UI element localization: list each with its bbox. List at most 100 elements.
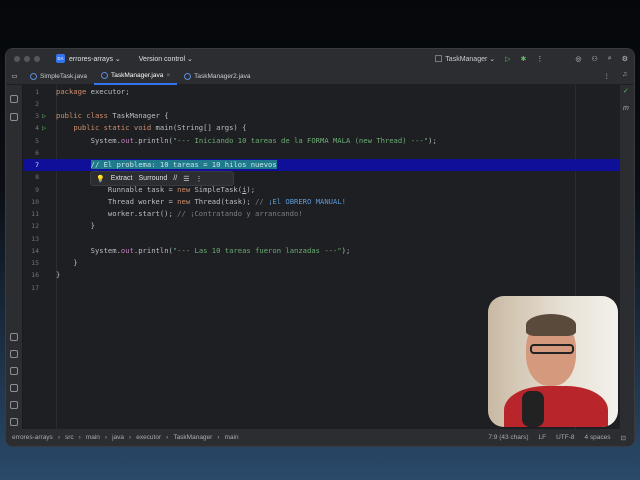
tab-label: TaskManager.java	[110, 71, 164, 79]
code-line[interactable]: 7 // El problema: 10 tareas = 10 hilos n…	[23, 159, 620, 172]
structure-icon[interactable]	[10, 95, 18, 103]
run-config-selector[interactable]: TaskManager ⌄	[435, 55, 495, 63]
line-number: 13	[31, 234, 39, 243]
tab-label: TaskManager2.java	[194, 72, 251, 80]
lightbulb-icon[interactable]: 💡	[96, 175, 105, 183]
breadcrumb-separator: ›	[129, 434, 132, 441]
title-bar: EA errores-arrays ⌄ Version control ⌄ Ta…	[6, 49, 634, 68]
code-line[interactable]: 3 ▷ public class TaskManager {	[23, 110, 620, 122]
code-line[interactable]: 5 System.out.println("--- Iniciando 10 t…	[23, 135, 620, 147]
problems-icon[interactable]	[10, 401, 18, 409]
line-number: 16	[31, 271, 39, 280]
code-text: }	[56, 221, 95, 231]
line-number: 12	[31, 222, 39, 231]
code-line[interactable]: 10 Thread worker = new Thread(task); // …	[23, 196, 620, 208]
line-separator[interactable]: LF	[539, 434, 547, 442]
inspection-ok-icon[interactable]: ✓	[623, 87, 629, 95]
close-tab-icon[interactable]: ×	[166, 72, 170, 79]
code-line[interactable]: 15 }	[23, 257, 620, 269]
more-icon[interactable]: ⋮	[536, 55, 543, 63]
breadcrumb-item[interactable]: java	[112, 434, 124, 441]
run-gutter-icon[interactable]: ▷	[42, 110, 46, 122]
popup-more-icon[interactable]: ⋮	[195, 175, 202, 183]
right-tool-strip: ✓ ♫ m	[620, 71, 634, 429]
tabs-more-icon[interactable]: ⋮	[604, 72, 611, 80]
code-line[interactable]: 14 System.out.println("--- Las 10 tareas…	[23, 245, 620, 257]
line-number: 10	[31, 197, 39, 206]
lock-icon[interactable]: ⊡	[621, 434, 626, 442]
plugins-icon[interactable]	[10, 113, 18, 121]
comment-button[interactable]: //	[173, 175, 177, 182]
notifications-icon[interactable]: ♫	[622, 71, 627, 78]
encoding[interactable]: UTF-8	[556, 434, 574, 442]
debug-icon[interactable]: ✱	[521, 55, 527, 63]
code-text: // El problema: 10 tareas = 10 hilos nue…	[90, 160, 277, 169]
account-icon[interactable]: ⚇	[592, 55, 598, 63]
run-gutter-icon[interactable]: ▷	[42, 122, 46, 134]
caret-position[interactable]: 7:9 (43 chars)	[488, 434, 528, 442]
code-text: worker.start(); // ¡Contratando y arranc…	[56, 209, 303, 218]
class-icon	[100, 71, 108, 79]
ai-assistant-icon[interactable]: ◎	[575, 55, 581, 63]
code-text: System.out.println("--- Las 10 tareas fu…	[56, 245, 351, 255]
breadcrumb-item[interactable]: main	[86, 434, 100, 441]
line-number: 3	[35, 112, 39, 120]
code-line[interactable]: 16}	[23, 269, 620, 281]
project-selector[interactable]: errores-arrays ⌄	[69, 55, 121, 63]
code-text: }	[56, 270, 61, 280]
code-line[interactable]: 12 }	[23, 220, 620, 232]
class-icon	[30, 72, 37, 80]
line-number: 11	[31, 210, 39, 218]
surround-button[interactable]: Surround	[139, 175, 168, 182]
code-text: System.out.println("--- Iniciando 10 tar…	[56, 135, 437, 145]
tab-label: SimpleTask.java	[40, 72, 87, 80]
tab-taskmanager[interactable]: TaskManager.java ×	[93, 68, 178, 85]
breadcrumb-item[interactable]: executor	[136, 434, 161, 441]
search-icon[interactable]: ⌕	[608, 55, 612, 63]
code-line[interactable]: 13	[23, 233, 620, 245]
build-icon[interactable]	[10, 350, 18, 358]
tab-simpletask[interactable]: SimpleTask.java	[23, 68, 94, 85]
editor-tabs: ▭ SimpleTask.java TaskManager.java × Task…	[6, 68, 634, 85]
breadcrumb-item[interactable]: main	[225, 434, 239, 441]
ai-icon[interactable]: m	[623, 105, 629, 112]
version-control-menu[interactable]: Version control ⌄	[139, 55, 193, 63]
code-line[interactable]: 4 ▷ public static void main(String[] args…	[23, 122, 620, 134]
status-bar: errores-arrays › src › main › java › executor › Ta…	[6, 429, 634, 446]
run-icon[interactable]: ▷	[505, 55, 510, 63]
microphone	[522, 391, 544, 427]
code-line[interactable]: 11 worker.start(); // ¡Contratando y arr…	[23, 208, 620, 220]
line-number: 2	[35, 99, 39, 108]
services-icon[interactable]	[10, 367, 18, 375]
webcam-overlay	[488, 296, 618, 427]
code-line[interactable]: 2	[23, 98, 620, 110]
breadcrumb-item[interactable]: TaskManager	[173, 434, 212, 441]
line-number: 15	[31, 259, 39, 267]
line-number: 7	[35, 161, 39, 169]
git-icon[interactable]	[10, 418, 18, 426]
line-number: 17	[31, 283, 39, 292]
extract-button[interactable]: Extract	[111, 175, 133, 182]
line-number: 1	[35, 87, 39, 96]
run-tool-icon[interactable]	[10, 333, 18, 341]
breadcrumb: errores-arrays › src › main › java › executor › Ta…	[12, 434, 239, 441]
code-text: public class TaskManager {	[56, 111, 169, 120]
window-controls[interactable]	[14, 55, 40, 62]
code-text: package executor;	[56, 86, 130, 96]
indent-setting[interactable]: 4 spaces	[585, 434, 611, 442]
code-line[interactable]: 1 package executor;	[23, 86, 620, 98]
code-text: Thread worker = new Thread(task); // ¡El…	[56, 196, 346, 206]
breadcrumb-item[interactable]: errores-arrays	[12, 434, 53, 441]
tab-taskmanager2[interactable]: TaskManager2.java	[177, 68, 257, 85]
project-folder-icon[interactable]: ▭	[6, 72, 23, 80]
run-config-label: TaskManager ⌄	[445, 55, 496, 63]
code-line[interactable]: 6	[23, 147, 620, 159]
terminal-icon[interactable]	[10, 384, 18, 392]
code-line[interactable]: 17	[23, 282, 620, 294]
reformat-icon[interactable]: ☰	[183, 175, 189, 183]
breadcrumb-separator: ›	[104, 434, 108, 441]
breadcrumb-item[interactable]: src	[65, 434, 74, 441]
breadcrumb-separator: ›	[217, 434, 220, 441]
line-number: 8	[35, 173, 39, 182]
settings-gear-icon[interactable]: ⚙	[622, 55, 628, 63]
